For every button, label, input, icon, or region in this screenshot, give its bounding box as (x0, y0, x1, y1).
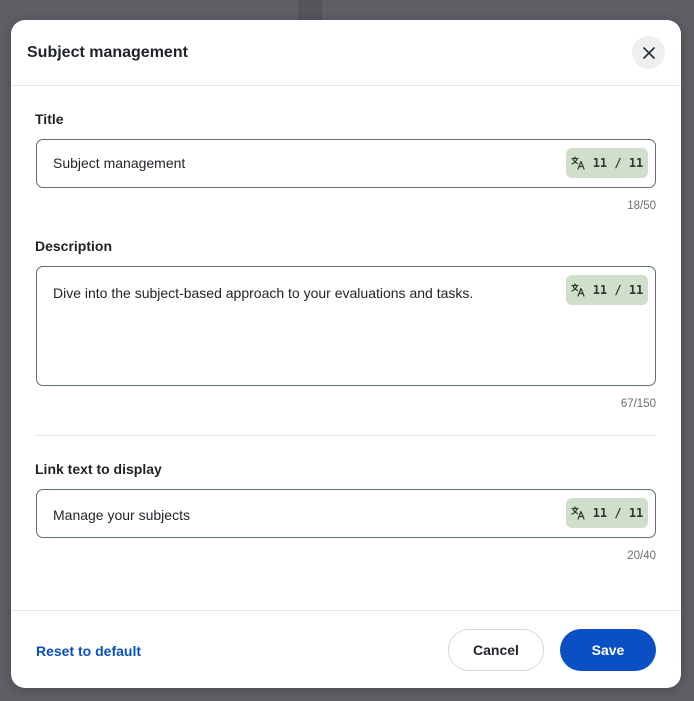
title-badge-text: 11 / 11 (592, 156, 644, 170)
backdrop-element (298, 0, 322, 20)
link-text-char-counter: 20/40 (627, 550, 656, 562)
dialog-header: Subject management (11, 20, 681, 86)
description-char-counter: 67/150 (620, 398, 656, 410)
title-char-counter: 18/50 (627, 200, 656, 212)
title-translation-badge[interactable]: 11 / 11 (566, 148, 648, 178)
link-text-translation-badge[interactable]: 11 / 11 (566, 498, 648, 528)
link-text-badge-text: 11 / 11 (592, 506, 644, 520)
description-textarea[interactable]: Dive into the subject-based approach to … (36, 266, 656, 386)
link-text-label: Link text to display (35, 461, 162, 477)
section-divider (36, 435, 656, 436)
cancel-button[interactable]: Cancel (448, 629, 544, 671)
reset-to-default-link[interactable]: Reset to default (36, 643, 141, 659)
title-input-value: Subject management (53, 155, 186, 171)
dialog-footer: Reset to default Cancel Save (11, 610, 681, 689)
save-button[interactable]: Save (560, 629, 656, 671)
translate-icon (571, 156, 585, 170)
close-button[interactable] (632, 36, 665, 69)
description-badge-text: 11 / 11 (592, 283, 644, 297)
close-icon (642, 46, 655, 59)
edit-dialog: Subject management Title Subject managem… (11, 20, 681, 688)
description-textarea-value: Dive into the subject-based approach to … (53, 285, 474, 301)
title-input[interactable]: Subject management 11 / 11 (36, 139, 656, 188)
translate-icon (571, 283, 585, 297)
translate-icon (571, 506, 585, 520)
title-label: Title (35, 111, 64, 127)
description-label: Description (35, 238, 113, 254)
link-text-input[interactable]: Manage your subjects 11 / 11 (36, 489, 656, 538)
description-translation-badge[interactable]: 11 / 11 (566, 275, 648, 305)
link-text-input-value: Manage your subjects (53, 507, 190, 523)
dialog-title: Subject management (27, 44, 188, 61)
